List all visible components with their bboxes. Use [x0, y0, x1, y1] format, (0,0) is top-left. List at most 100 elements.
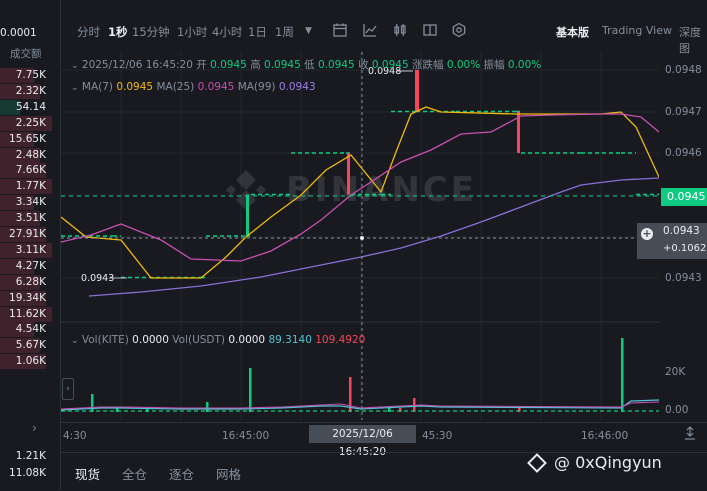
- cursor-price: 0.0943: [663, 225, 700, 237]
- ma99-label: MA(99): [237, 81, 276, 93]
- vol-usdt-label: Vol(USDT): [172, 334, 226, 346]
- watermark-logo: BINANCE: [226, 170, 474, 210]
- view-tradingview[interactable]: Trading View: [602, 24, 672, 37]
- low-marker: 0.0943: [81, 273, 114, 284]
- watermark-handle-text: @ 0xQingyun: [554, 453, 662, 472]
- settings-icon[interactable]: [451, 22, 467, 38]
- indicator-icon[interactable]: [362, 22, 378, 38]
- interval-1w[interactable]: 1周: [275, 24, 294, 40]
- orderbook-column: 0.0001 成交额 7.75K 2.32K 54.14 2.25K 15.65K 2.4…: [0, 0, 60, 490]
- interval-15m[interactable]: 15分钟: [132, 24, 170, 40]
- layout-icon[interactable]: [422, 22, 438, 38]
- expand-panel-button[interactable]: ›: [62, 378, 74, 400]
- volume-tick: 20K: [665, 366, 686, 378]
- cursor-price-tag: + 0.0943 +0.1062%: [637, 223, 707, 259]
- volume-bars: [61, 338, 659, 412]
- turnover-value: 2.25K: [15, 116, 46, 129]
- turnover-value: 6.28K: [15, 275, 46, 288]
- turnover-value: 7.75K: [15, 69, 46, 81]
- watermark-handle: @ 0xQingyun: [520, 451, 707, 481]
- amp-value: 0.00%: [507, 59, 542, 71]
- turnover-value: 3.34K: [15, 196, 46, 209]
- candle-down: [415, 70, 419, 112]
- time-tick: 4:30: [63, 430, 87, 442]
- turnover-value: 15.65K: [9, 132, 46, 145]
- view-basic[interactable]: 基本版: [556, 24, 589, 40]
- vol-usdt-value: 0.0000: [228, 334, 266, 346]
- turnover-value: 2.48K: [15, 148, 46, 161]
- ohlc-datetime: 2025/12/06 16:45:20: [81, 59, 193, 71]
- close-label: 收: [358, 59, 369, 71]
- ma99-value: 0.0943: [278, 81, 316, 93]
- vol-kite-value: 0.0000: [132, 334, 169, 346]
- scale-reset-icon[interactable]: [683, 426, 697, 440]
- open-label: 开: [196, 59, 207, 71]
- interval-1h[interactable]: 1小时: [177, 24, 207, 40]
- turnover-value: 54.14: [15, 100, 46, 113]
- volume-ma1: [61, 399, 659, 411]
- tab-grid[interactable]: 网格: [216, 464, 241, 483]
- volume-bar: [249, 368, 252, 412]
- turnover-value: 5.67K: [15, 339, 46, 352]
- time-tick: 45:30: [422, 430, 453, 442]
- candle-type-icon[interactable]: [392, 22, 408, 38]
- amp-label: 振幅: [483, 59, 505, 71]
- change-value: 0.00%: [446, 59, 481, 71]
- price-tick: 0.0946: [665, 147, 702, 159]
- cursor-change: +0.1062%: [663, 243, 707, 254]
- turnover-value: 19.34K: [9, 291, 46, 304]
- plus-icon[interactable]: +: [641, 228, 653, 240]
- turnover-value: 4.27K: [15, 259, 46, 272]
- price-tick: 0.0947: [665, 106, 702, 118]
- interval-4h[interactable]: 4小时: [212, 24, 242, 40]
- ohlc-info: ⌄ 2025/12/06 16:45:20 开 0.0945 高 0.0945 …: [71, 59, 542, 71]
- volume-bar: [91, 394, 94, 412]
- volume-info: ⌄ Vol(KITE) 0.0000 Vol(USDT) 0.0000 89.3…: [71, 334, 366, 346]
- price-tick: 0.0948: [665, 64, 702, 76]
- chevron-right-icon[interactable]: ›: [32, 421, 37, 435]
- turnover-value: 3.11K: [15, 243, 46, 256]
- candle-down: [347, 153, 350, 195]
- turnover-header: 成交额: [10, 48, 42, 60]
- turnover-value: 27.91K: [9, 228, 46, 240]
- turnover-value: 2.32K: [15, 84, 46, 97]
- interval-1d[interactable]: 1日: [248, 24, 267, 40]
- turnover-value: 11.62K: [9, 307, 46, 320]
- bottom-value-2: 11.08K: [9, 467, 46, 479]
- time-tick: 16:46:00: [581, 430, 629, 442]
- high-value: 0.0945: [264, 59, 301, 71]
- current-price-tag: 0.0945: [661, 188, 707, 206]
- interval-1s[interactable]: 1秒: [108, 24, 128, 40]
- ma-info: ⌄ MA(7) 0.0945 MA(25) 0.0945 MA(99) 0.09…: [71, 81, 316, 93]
- vol-kite-label: Vol(KITE): [81, 334, 129, 346]
- bottom-value-1: 1.21K: [15, 450, 46, 462]
- calendar-icon[interactable]: [332, 22, 348, 38]
- tab-isolated[interactable]: 逐仓: [169, 464, 194, 483]
- volume-bar: [621, 338, 624, 412]
- low-value: 0.0945: [317, 59, 355, 71]
- watermark-diamond-icon: [527, 453, 547, 473]
- time-tick: 16:45:00: [222, 430, 270, 442]
- interval-timeline[interactable]: 分时: [77, 24, 100, 40]
- volume-tick: 0.00: [665, 404, 689, 416]
- tab-spot[interactable]: 现货: [75, 464, 100, 483]
- price-chart[interactable]: BINANCE 0.0943 0.0948: [61, 52, 659, 420]
- ma25-label: MA(25): [156, 81, 195, 93]
- ma7-value: 0.0945: [116, 81, 154, 93]
- candle-up: [246, 194, 249, 236]
- ma7-label: MA(7): [81, 81, 114, 93]
- interval-more-icon[interactable]: ▼: [305, 26, 312, 36]
- open-value: 0.0945: [210, 59, 247, 71]
- low-label: 低: [304, 59, 315, 71]
- turnover-value: 1.06K: [15, 355, 46, 368]
- vol-ma1-value: 89.3140: [268, 334, 312, 346]
- turnover-value: 4.54K: [15, 323, 46, 336]
- ma25-value: 0.0945: [197, 81, 235, 93]
- turnover-value: 1.77K: [15, 180, 46, 193]
- high-label: 高: [250, 59, 261, 71]
- tab-cross[interactable]: 全仓: [122, 464, 147, 483]
- turnover-value: 3.51K: [15, 212, 46, 225]
- change-label: 涨跌幅: [412, 59, 444, 71]
- price-tick: 0.0943: [665, 272, 702, 284]
- top-value: 0.0001: [0, 27, 37, 39]
